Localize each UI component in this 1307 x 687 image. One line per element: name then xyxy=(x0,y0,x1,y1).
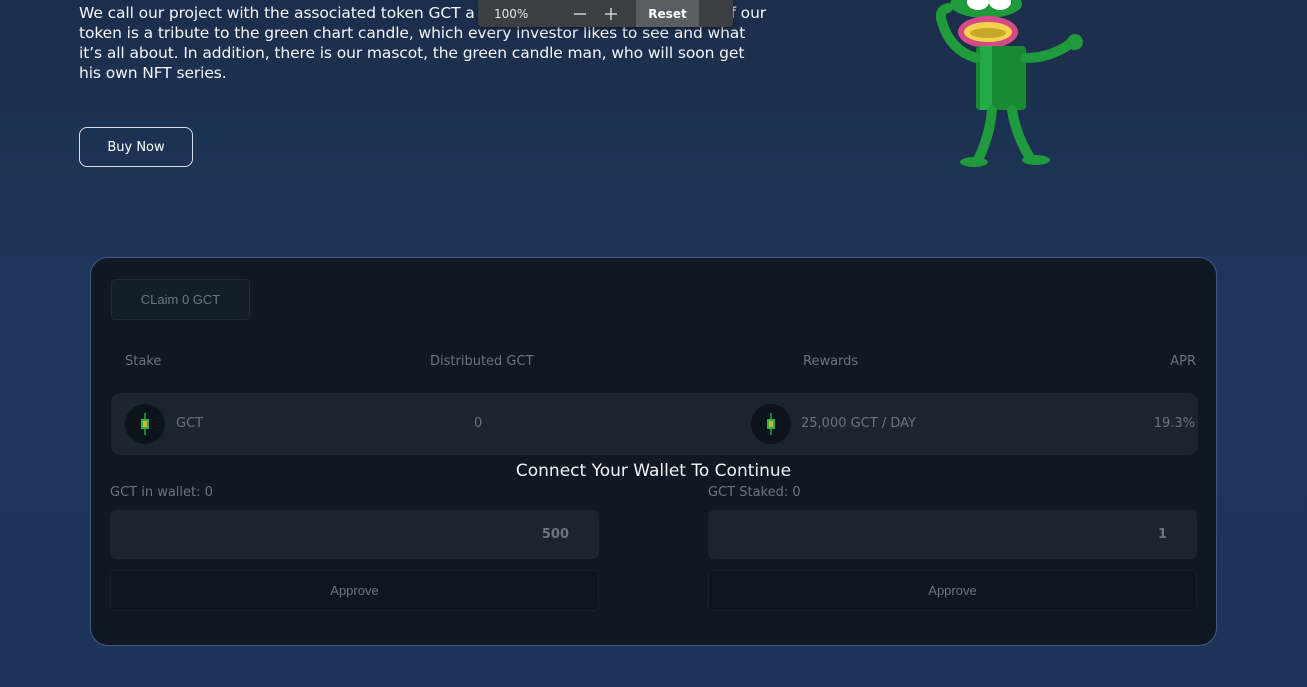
approve-unstake-button[interactable]: Approve xyxy=(708,570,1197,611)
green-candle-mascot-image xyxy=(935,0,1083,167)
buy-now-button[interactable]: Buy Now xyxy=(79,127,193,167)
header-distributed: Distributed GCT xyxy=(430,354,534,369)
zoom-in-button[interactable] xyxy=(595,0,626,27)
gct-coin-icon xyxy=(125,404,165,444)
zoom-out-button[interactable] xyxy=(564,0,595,27)
staking-panel: CLaim 0 GCT Stake Distributed GCT Reward… xyxy=(90,257,1217,646)
wallet-balance-label: GCT in wallet: 0 xyxy=(110,485,213,500)
header-apr: APR xyxy=(1170,354,1196,369)
zoom-level: 100% xyxy=(494,6,529,21)
header-rewards: Rewards xyxy=(803,354,859,369)
stake-amount-input[interactable]: 500 xyxy=(110,510,599,559)
staked-balance-label: GCT Staked: 0 xyxy=(708,485,801,500)
rewards-coin-icon xyxy=(751,404,791,444)
stake-token: GCT xyxy=(176,416,204,431)
zoom-toolbar: 100% Reset xyxy=(478,0,733,27)
plus-icon xyxy=(604,7,617,20)
distributed-value: 0 xyxy=(474,416,483,431)
minus-icon xyxy=(573,12,586,15)
rewards-value: 25,000 GCT / DAY xyxy=(801,416,916,431)
claim-button[interactable]: CLaim 0 GCT xyxy=(111,279,250,320)
apr-value: 19.3% xyxy=(1153,416,1195,431)
header-stake: Stake xyxy=(125,354,162,369)
staking-row: GCT 0 25,000 GCT / DAY 19.3% xyxy=(111,393,1198,455)
unstake-amount-input[interactable]: 1 xyxy=(708,510,1197,559)
connect-wallet-message: Connect Your Wallet To Continue xyxy=(515,461,792,481)
zoom-reset-button[interactable]: Reset xyxy=(636,0,699,27)
approve-stake-button[interactable]: Approve xyxy=(110,570,599,611)
